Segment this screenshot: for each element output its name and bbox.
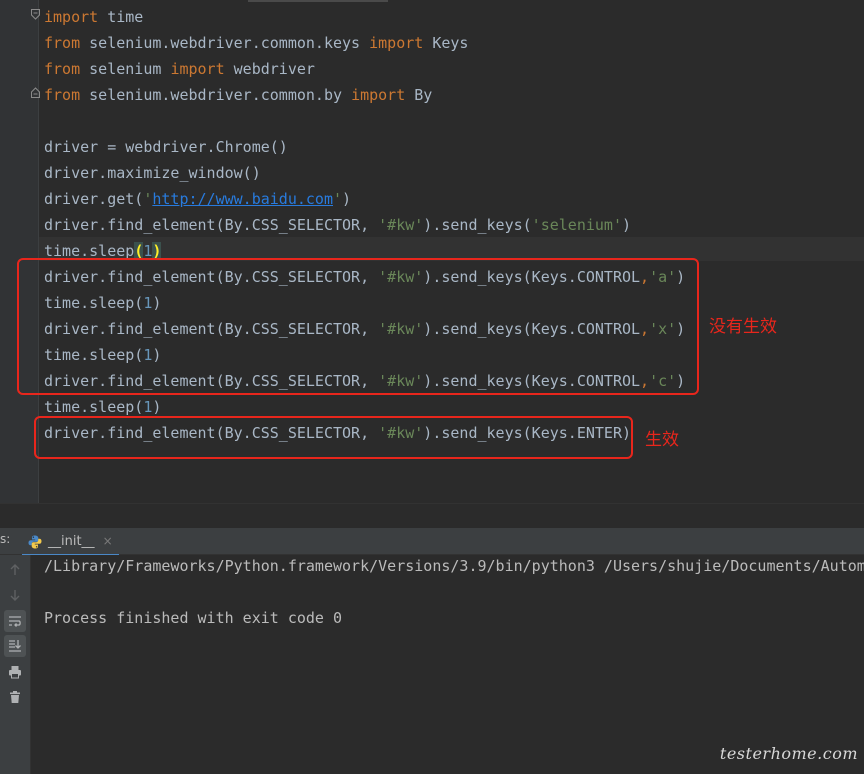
annotation-not-effective: 没有生效 xyxy=(709,317,777,337)
arrow-up-icon[interactable] xyxy=(4,559,26,581)
code-token: driver.maximize_window() xyxy=(44,164,261,182)
tab-label: __init__ xyxy=(48,533,95,549)
code-token: selenium.webdriver.common.by xyxy=(80,86,352,104)
annotation-box-effective xyxy=(34,416,633,459)
panel-divider[interactable] xyxy=(0,503,864,529)
fold-close-icon[interactable] xyxy=(31,87,40,98)
trash-icon[interactable] xyxy=(4,686,26,708)
code-line[interactable] xyxy=(44,108,864,134)
code-token: from xyxy=(44,34,81,52)
soft-wrap-icon[interactable] xyxy=(4,610,26,632)
code-token: By xyxy=(405,86,433,104)
run-tool-window-header: s: __init__ × xyxy=(0,528,864,556)
code-line[interactable]: from selenium.webdriver.common.by import… xyxy=(44,82,864,108)
watermark-text: testerhome.com xyxy=(719,744,858,763)
code-token: time xyxy=(98,8,144,26)
fold-open-icon[interactable] xyxy=(31,9,40,20)
code-token: selenium xyxy=(80,60,171,78)
code-token: driver = webdriver.Chrome() xyxy=(44,138,288,156)
arrow-down-icon[interactable] xyxy=(4,584,26,606)
tab-init[interactable]: __init__ × xyxy=(22,528,119,556)
annotation-effective: 生效 xyxy=(645,430,679,450)
code-token: webdriver xyxy=(224,60,315,78)
scroll-to-end-icon[interactable] xyxy=(4,635,26,657)
run-console[interactable]: /Library/Frameworks/Python.framework/Ver… xyxy=(31,555,864,774)
console-command-line: /Library/Frameworks/Python.framework/Ver… xyxy=(44,557,864,575)
code-line[interactable]: import time xyxy=(44,4,864,30)
code-token: driver.find_element(By.CSS_SELECTOR, xyxy=(44,216,379,234)
python-icon xyxy=(28,534,42,549)
code-token: '#kw' xyxy=(378,216,424,234)
code-token: ) xyxy=(342,190,352,208)
code-token: import xyxy=(44,8,99,26)
code-token: from xyxy=(44,86,81,104)
code-token: from xyxy=(44,60,81,78)
code-line[interactable]: from selenium import webdriver xyxy=(44,56,864,82)
code-line[interactable]: driver.get('http://www.baidu.com') xyxy=(44,186,864,212)
code-line[interactable]: driver.maximize_window() xyxy=(44,160,864,186)
code-line[interactable]: driver.find_element(By.CSS_SELECTOR, '#k… xyxy=(44,212,864,238)
code-token: selenium.webdriver.common.keys xyxy=(80,34,370,52)
close-icon[interactable]: × xyxy=(103,534,113,548)
annotation-box-not-effective xyxy=(17,258,699,395)
code-line[interactable]: driver = webdriver.Chrome() xyxy=(44,134,864,160)
code-token: import xyxy=(369,34,424,52)
code-token: ).send_keys( xyxy=(423,216,532,234)
code-token: 'selenium' xyxy=(531,216,622,234)
code-token: ) xyxy=(152,398,162,416)
code-token: ' xyxy=(333,190,343,208)
code-line[interactable]: from selenium.webdriver.common.keys impo… xyxy=(44,30,864,56)
code-token: import xyxy=(170,60,225,78)
code-editor[interactable]: import time from selenium.webdriver.commo… xyxy=(0,0,864,503)
code-token: ) xyxy=(621,216,632,234)
console-exit-line: Process finished with exit code 0 xyxy=(44,609,343,627)
run-label: s: xyxy=(0,532,11,546)
scroll-marker xyxy=(248,0,388,2)
code-token: Keys xyxy=(423,34,469,52)
print-icon[interactable] xyxy=(4,661,26,683)
code-link[interactable]: http://www.baidu.com xyxy=(152,190,333,208)
code-token: time.sleep( xyxy=(44,398,144,416)
run-toolbar xyxy=(0,555,31,774)
code-token: driver.get( xyxy=(44,190,144,208)
code-token: import xyxy=(351,86,406,104)
